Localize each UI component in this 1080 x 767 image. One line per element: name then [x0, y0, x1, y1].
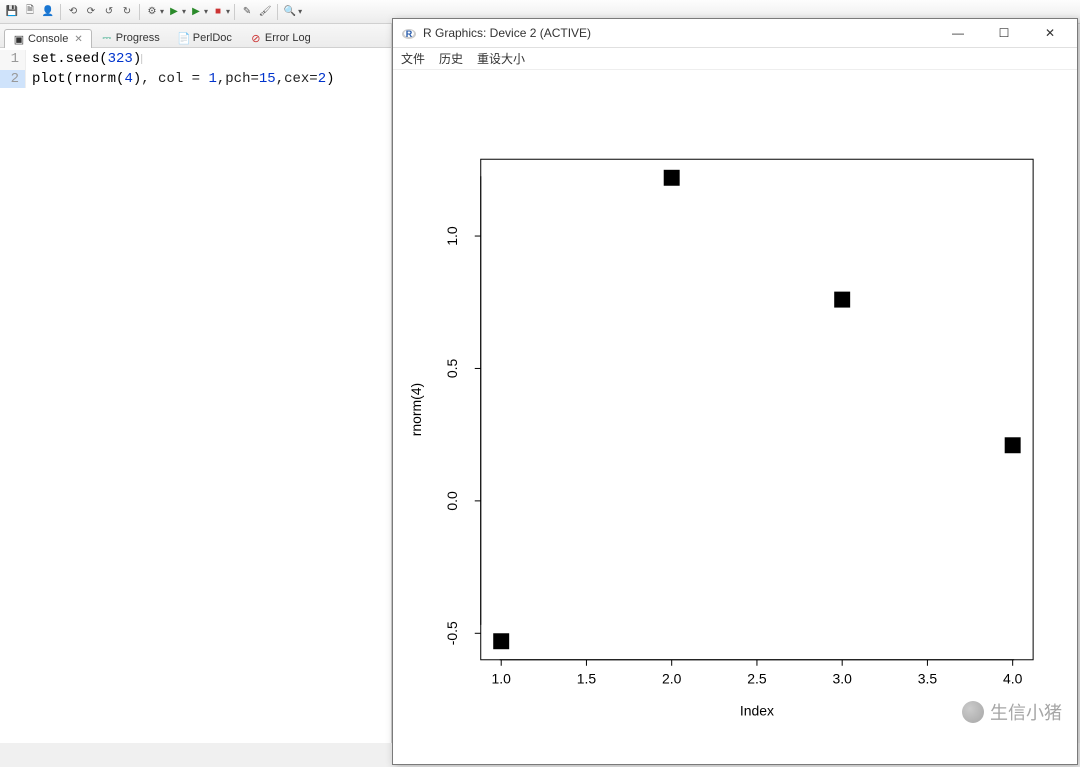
dropdown-icon[interactable]: ▾ — [226, 7, 230, 16]
svg-text:4.0: 4.0 — [1003, 671, 1023, 687]
avatar-icon[interactable]: 👤 — [40, 4, 56, 20]
menu-resize[interactable]: 重设大小 — [477, 50, 525, 67]
data-point — [834, 292, 850, 308]
save-icon[interactable]: 💾 — [4, 4, 20, 20]
play-icon[interactable]: ▶ — [166, 4, 182, 20]
perldoc-icon: 📄 — [178, 32, 190, 44]
search-icon[interactable]: 🔍 — [282, 4, 298, 20]
titlebar[interactable]: R R Graphics: Device 2 (ACTIVE) ― ☐ ✕ — [393, 19, 1077, 48]
dropdown-icon[interactable]: ▾ — [182, 7, 186, 16]
maximize-button[interactable]: ☐ — [981, 19, 1027, 47]
run-selection-icon[interactable]: ⟳ — [83, 4, 99, 20]
play-red-icon[interactable]: ▶ — [188, 4, 204, 20]
code-line: 2 plot(rnorm(4), col = 1,pch=15,cex=2) — [0, 70, 391, 88]
console-icon: ▣ — [13, 33, 25, 45]
main-area: ▣ Console ✕ ⎓ Progress 📄 PerlDoc ⊘ Error… — [0, 24, 1080, 743]
plot-area: 1.0 1.5 2.0 2.5 3.0 3.5 4.0 -0.5 0.0 0.5 1.0 Inde… — [393, 70, 1077, 764]
tab-label: Console — [28, 33, 68, 45]
dropdown-icon[interactable]: ▾ — [204, 7, 208, 16]
watermark: 生信小猪 — [962, 699, 1062, 725]
y-axis-label: rnorm(4) — [408, 383, 424, 436]
r-icon: R — [401, 25, 417, 41]
svg-text:2.0: 2.0 — [662, 671, 682, 687]
editor-pane: ▣ Console ✕ ⎓ Progress 📄 PerlDoc ⊘ Error… — [0, 24, 392, 743]
run-line-icon[interactable]: ↺ — [101, 4, 117, 20]
svg-text:0.0: 0.0 — [444, 491, 460, 511]
line-number: 1 — [0, 50, 26, 70]
minimize-button[interactable]: ― — [935, 19, 981, 47]
tab-perldoc[interactable]: 📄 PerlDoc — [169, 28, 241, 47]
tab-errorlog[interactable]: ⊘ Error Log — [241, 28, 320, 47]
progress-icon: ⎓ — [101, 32, 113, 44]
separator — [139, 4, 140, 20]
svg-text:1.0: 1.0 — [444, 226, 460, 246]
data-point — [493, 633, 509, 649]
pencil-icon[interactable]: ✎ — [239, 4, 255, 20]
right-pane: R R Graphics: Device 2 (ACTIVE) ― ☐ ✕ 文件… — [392, 24, 1080, 743]
separator — [234, 4, 235, 20]
code-editor[interactable]: 1 set.seed(323)⎸ 2 plot(rnorm(4), col = … — [0, 48, 391, 743]
dropdown-icon[interactable]: ▾ — [160, 7, 164, 16]
code-text: plot(rnorm(4), col = 1,pch=15,cex=2) — [26, 70, 335, 88]
svg-text:0.5: 0.5 — [444, 359, 460, 379]
line-number: 2 — [0, 70, 26, 88]
run-debug-icon[interactable]: ↻ — [119, 4, 135, 20]
window-title: R Graphics: Device 2 (ACTIVE) — [423, 26, 935, 40]
code-text: set.seed(323)⎸ — [26, 50, 151, 70]
dropdown-icon[interactable]: ▾ — [298, 7, 302, 16]
svg-text:3.5: 3.5 — [918, 671, 938, 687]
svg-text:2.5: 2.5 — [747, 671, 767, 687]
x-axis-label: Index — [740, 703, 774, 719]
data-point — [1005, 437, 1021, 453]
tab-console[interactable]: ▣ Console ✕ — [4, 29, 92, 48]
graphics-menu: 文件 历史 重设大小 — [393, 48, 1077, 70]
stop-icon[interactable]: ■ — [210, 4, 226, 20]
separator — [60, 4, 61, 20]
tab-label: Progress — [116, 32, 160, 44]
close-icon[interactable]: ✕ — [74, 34, 82, 45]
tab-label: PerlDoc — [193, 32, 232, 44]
tab-strip: ▣ Console ✕ ⎓ Progress 📄 PerlDoc ⊘ Error… — [0, 24, 391, 48]
svg-text:3.0: 3.0 — [832, 671, 852, 687]
save-all-icon[interactable]: 🗎 — [22, 4, 38, 20]
watermark-text: 生信小猪 — [990, 699, 1062, 725]
r-graphics-window: R R Graphics: Device 2 (ACTIVE) ― ☐ ✕ 文件… — [392, 18, 1078, 765]
tab-progress[interactable]: ⎓ Progress — [92, 28, 169, 47]
brush-icon[interactable]: 🖌 — [257, 4, 273, 20]
gear-icon[interactable]: ⚙ — [144, 4, 160, 20]
separator — [277, 4, 278, 20]
svg-text:1.0: 1.0 — [492, 671, 512, 687]
run-script-icon[interactable]: ⟲ — [65, 4, 81, 20]
svg-text:1.5: 1.5 — [577, 671, 597, 687]
code-line: 1 set.seed(323)⎸ — [0, 50, 391, 70]
errorlog-icon: ⊘ — [250, 32, 262, 44]
svg-text:R: R — [406, 29, 413, 39]
watermark-icon — [962, 701, 984, 723]
scatter-plot: 1.0 1.5 2.0 2.5 3.0 3.5 4.0 -0.5 0.0 0.5 1.0 Inde… — [393, 70, 1077, 764]
menu-history[interactable]: 历史 — [439, 50, 463, 67]
svg-text:-0.5: -0.5 — [444, 621, 460, 645]
data-point — [664, 170, 680, 186]
menu-file[interactable]: 文件 — [401, 50, 425, 67]
close-button[interactable]: ✕ — [1027, 19, 1073, 47]
tab-label: Error Log — [265, 32, 311, 44]
